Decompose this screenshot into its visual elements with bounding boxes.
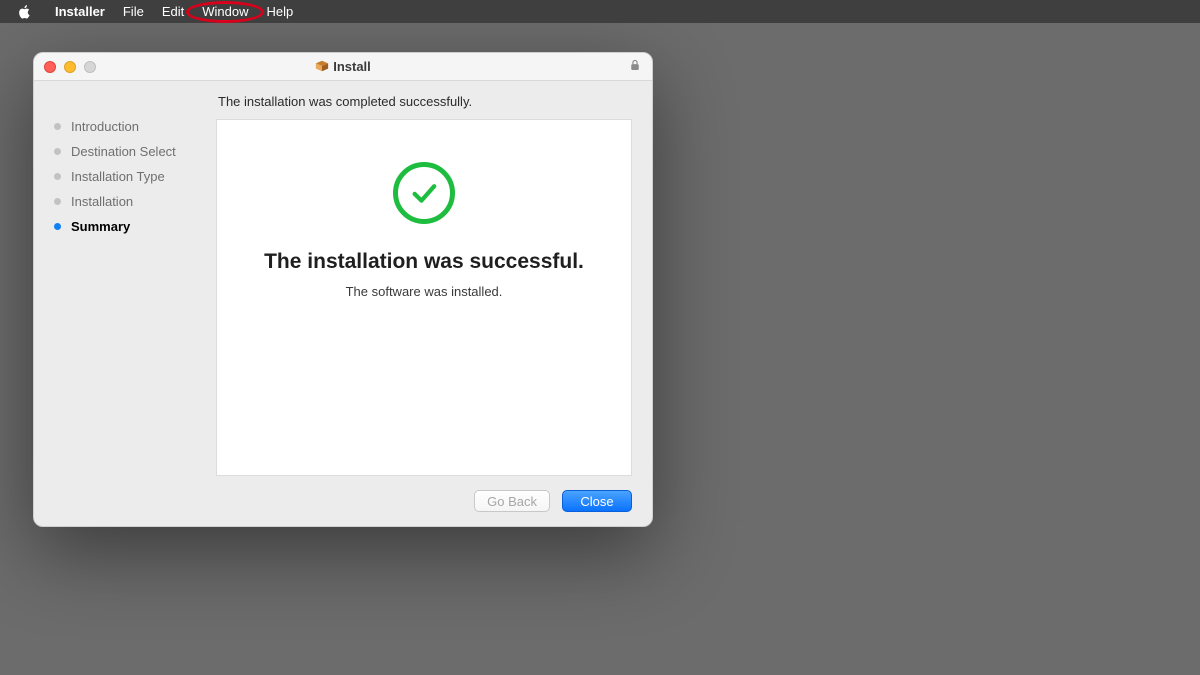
main-pane: The installation was completed successfu…: [216, 91, 632, 476]
step-dot-icon: [54, 223, 61, 230]
lock-icon[interactable]: [630, 58, 640, 76]
step-dot-icon: [54, 123, 61, 130]
success-check-icon: [393, 162, 455, 224]
menu-edit[interactable]: Edit: [153, 0, 193, 23]
window-controls: [34, 61, 96, 73]
step-label: Introduction: [71, 119, 139, 134]
step-destination-select: Destination Select: [54, 144, 216, 159]
step-introduction: Introduction: [54, 119, 216, 134]
step-installation: Installation: [54, 194, 216, 209]
result-panel: The installation was successful. The sof…: [216, 119, 632, 476]
apple-menu-icon[interactable]: [18, 5, 32, 19]
window-zoom-button: [84, 61, 96, 73]
step-label: Summary: [71, 219, 130, 234]
step-dot-icon: [54, 198, 61, 205]
installer-window-shadow: Install Introduction Destination Select: [33, 52, 653, 527]
step-summary: Summary: [54, 219, 216, 234]
menu-help[interactable]: Help: [257, 0, 302, 23]
footer: Go Back Close: [34, 476, 652, 526]
close-button[interactable]: Close: [562, 490, 632, 512]
step-installation-type: Installation Type: [54, 169, 216, 184]
window-close-button[interactable]: [44, 61, 56, 73]
menu-window[interactable]: Window: [193, 0, 257, 23]
steps-sidebar: Introduction Destination Select Installa…: [54, 91, 216, 476]
window-minimize-button[interactable]: [64, 61, 76, 73]
menubar: Installer File Edit Window Help: [0, 0, 1200, 23]
step-dot-icon: [54, 148, 61, 155]
window-title: Install: [34, 59, 652, 74]
package-icon: [315, 59, 329, 73]
step-dot-icon: [54, 173, 61, 180]
window-content: Introduction Destination Select Installa…: [34, 81, 652, 476]
installer-window: Install Introduction Destination Select: [33, 52, 653, 527]
success-subtitle: The software was installed.: [346, 284, 503, 299]
menu-app-name[interactable]: Installer: [46, 0, 114, 23]
headline-text: The installation was completed successfu…: [218, 94, 632, 109]
step-label: Installation Type: [71, 169, 165, 184]
step-label: Installation: [71, 194, 133, 209]
go-back-button: Go Back: [474, 490, 550, 512]
step-label: Destination Select: [71, 144, 176, 159]
titlebar[interactable]: Install: [34, 53, 652, 81]
menu-file[interactable]: File: [114, 0, 153, 23]
success-title: The installation was successful.: [264, 250, 584, 274]
window-title-text: Install: [333, 59, 371, 74]
